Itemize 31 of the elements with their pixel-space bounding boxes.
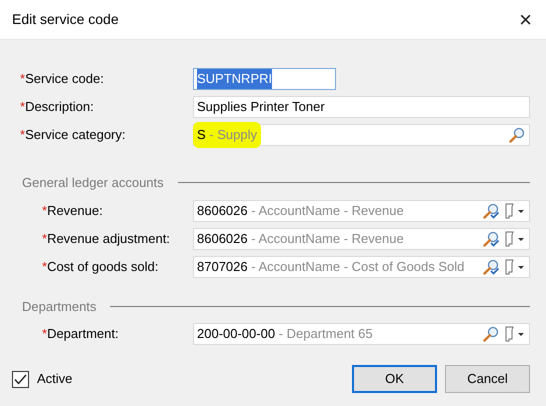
search-check-icon[interactable]	[483, 258, 500, 274]
ok-button[interactable]: OK	[352, 365, 437, 393]
active-checkbox[interactable]	[12, 370, 29, 388]
group-title: General ledger accounts	[22, 174, 164, 192]
flag-dropdown-icon[interactable]	[504, 230, 526, 246]
group-title: Departments	[22, 298, 96, 316]
field-label: *Service code:	[20, 70, 105, 88]
field-label: *Department:	[42, 325, 120, 344]
field-label: *Revenue adjustment:	[42, 230, 171, 248]
field-label: *Description:	[20, 98, 95, 116]
lookup-field[interactable]: 8606026 - AccountName - Revenue	[193, 200, 530, 222]
lookup-field[interactable]: S - Supply	[193, 124, 530, 146]
field-label: *Cost of goods sold:	[42, 258, 160, 276]
field-label: *Service category:	[20, 126, 126, 144]
cancel-button[interactable]: Cancel	[445, 365, 530, 393]
code-field[interactable]: SUPTNRPRI	[193, 68, 336, 90]
description-field[interactable]: Supplies Printer Toner	[193, 96, 530, 118]
flag-dropdown-icon[interactable]	[504, 202, 526, 218]
lookup-field[interactable]: 8606026 - AccountName - Revenue	[193, 228, 530, 250]
search-icon[interactable]	[483, 326, 500, 342]
field-label: *Revenue:	[42, 202, 104, 220]
search-check-icon[interactable]	[483, 202, 500, 218]
flag-dropdown-icon[interactable]	[504, 326, 526, 342]
close-button[interactable]: ×	[515, 8, 536, 30]
active-label: Active	[37, 370, 72, 388]
search-icon[interactable]	[509, 127, 526, 143]
lookup-field[interactable]: 8707026 - AccountName - Cost of Goods Sold	[193, 256, 530, 278]
search-check-icon[interactable]	[483, 230, 500, 246]
window-title: Edit service code	[12, 10, 119, 29]
lookup-field[interactable]: 200-00-00-00 - Department 65	[193, 323, 530, 345]
flag-dropdown-icon[interactable]	[504, 258, 526, 274]
